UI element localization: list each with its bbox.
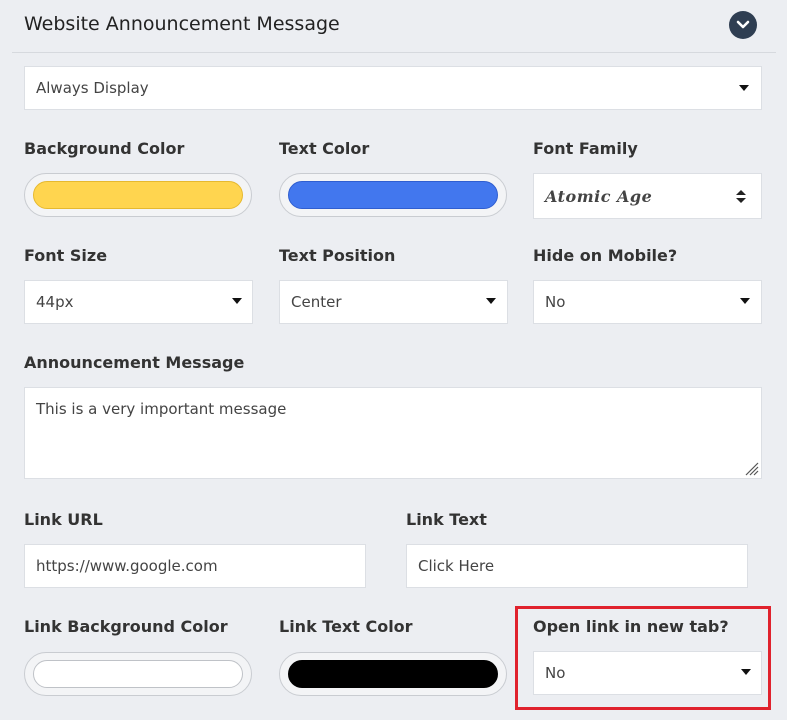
section-title: Website Announcement Message [24, 13, 340, 35]
font-size-label: Font Size [24, 246, 108, 265]
caret-down-icon [740, 298, 750, 304]
text-position-select[interactable]: Center [279, 280, 508, 324]
text-position-label: Text Position [279, 246, 396, 265]
collapse-button[interactable] [729, 11, 757, 39]
link-url-input[interactable]: https://www.google.com [24, 544, 366, 588]
font-size-value: 44px [36, 293, 74, 311]
section-header: Website Announcement Message [12, 0, 776, 53]
display-mode-select[interactable]: Always Display [24, 66, 762, 110]
background-color-label: Background Color [24, 139, 185, 158]
font-family-value: Atomic Age [545, 187, 653, 206]
link-background-color-swatch [33, 660, 243, 688]
sort-arrows-icon [736, 190, 746, 203]
link-url-label: Link URL [24, 510, 103, 529]
announcement-message-label: Announcement Message [24, 353, 245, 372]
font-family-label: Font Family [533, 139, 638, 158]
text-color-swatch [288, 181, 498, 209]
announcement-message-textarea[interactable]: This is a very important message [24, 387, 762, 479]
hide-on-mobile-select[interactable]: No [533, 280, 762, 324]
caret-down-icon [739, 85, 749, 91]
link-background-color-picker[interactable] [24, 652, 252, 696]
caret-down-icon [486, 298, 496, 304]
link-background-color-label: Link Background Color [24, 617, 228, 636]
caret-down-icon [232, 298, 242, 304]
link-text-label: Link Text [406, 510, 487, 529]
text-color-picker[interactable] [279, 173, 507, 217]
font-family-select[interactable]: Atomic Age [533, 173, 762, 219]
background-color-picker[interactable] [24, 173, 252, 217]
chevron-down-icon [736, 20, 750, 29]
text-position-value: Center [291, 293, 342, 311]
display-mode-value: Always Display [36, 79, 149, 97]
resize-handle-icon[interactable] [743, 460, 759, 476]
font-size-select[interactable]: 44px [24, 280, 253, 324]
background-color-swatch [33, 181, 243, 209]
link-text-color-swatch [288, 660, 498, 688]
link-text-value: Click Here [418, 557, 495, 575]
link-text-color-picker[interactable] [279, 652, 507, 696]
announcement-message-value: This is a very important message [36, 400, 287, 418]
link-url-value: https://www.google.com [36, 557, 218, 575]
text-color-label: Text Color [279, 139, 370, 158]
link-text-color-label: Link Text Color [279, 617, 413, 636]
link-text-input[interactable]: Click Here [406, 544, 748, 588]
highlight-box [515, 606, 771, 710]
hide-on-mobile-value: No [545, 293, 566, 311]
hide-on-mobile-label: Hide on Mobile? [533, 246, 678, 265]
